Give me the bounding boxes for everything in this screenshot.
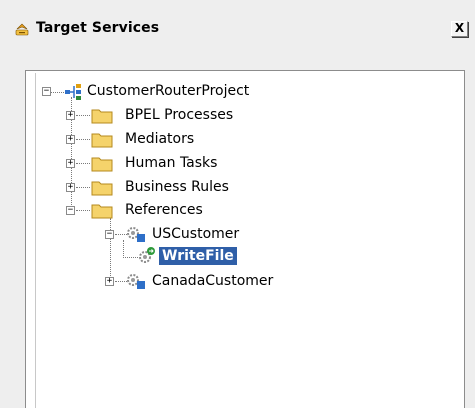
- project-icon: [64, 82, 86, 102]
- tree-label-reference: USCustomer: [152, 226, 240, 242]
- tree-line: [76, 187, 90, 189]
- expand-toggle[interactable]: +: [66, 135, 75, 144]
- reference-service-icon: [125, 224, 147, 244]
- collapse-toggle[interactable]: −: [105, 230, 114, 239]
- collapse-toggle[interactable]: −: [42, 87, 51, 96]
- folder-icon: [91, 179, 113, 196]
- tree-line: [110, 218, 112, 280]
- dialog-title: Target Services: [36, 20, 160, 36]
- folder-icon: [91, 131, 113, 148]
- tree-label-folder: Business Rules: [125, 179, 229, 195]
- tree-line: [76, 210, 90, 212]
- tree-label-reference: CanadaCustomer: [152, 273, 274, 289]
- folder-icon: [91, 107, 113, 124]
- tree-line: [76, 139, 90, 141]
- tree-label-folder: Mediators: [125, 131, 195, 147]
- expand-toggle[interactable]: +: [66, 183, 75, 192]
- operation-icon: [136, 246, 158, 266]
- collapse-toggle[interactable]: −: [66, 206, 75, 215]
- tree-label-root: CustomerRouterProject: [87, 83, 250, 99]
- reference-service-icon: [125, 271, 147, 291]
- folder-icon: [91, 155, 113, 172]
- expand-toggle[interactable]: +: [66, 111, 75, 120]
- tree-label-folder: BPEL Processes: [125, 107, 234, 123]
- tree-label-operation: WriteFile: [159, 247, 237, 265]
- folder-icon: [91, 202, 113, 219]
- expand-toggle[interactable]: +: [105, 277, 114, 286]
- close-button[interactable]: X: [451, 21, 468, 37]
- target-services-dialog: Target Services X − CustomerRouterProjec…: [0, 0, 475, 408]
- tree-line: [76, 115, 90, 117]
- title-bar[interactable]: Target Services X: [0, 0, 475, 44]
- tree-line: [76, 163, 90, 165]
- service-icon: [14, 21, 30, 37]
- tree-label-folder: References: [125, 202, 203, 218]
- tree-label-folder: Human Tasks: [125, 155, 218, 171]
- expand-toggle[interactable]: +: [66, 159, 75, 168]
